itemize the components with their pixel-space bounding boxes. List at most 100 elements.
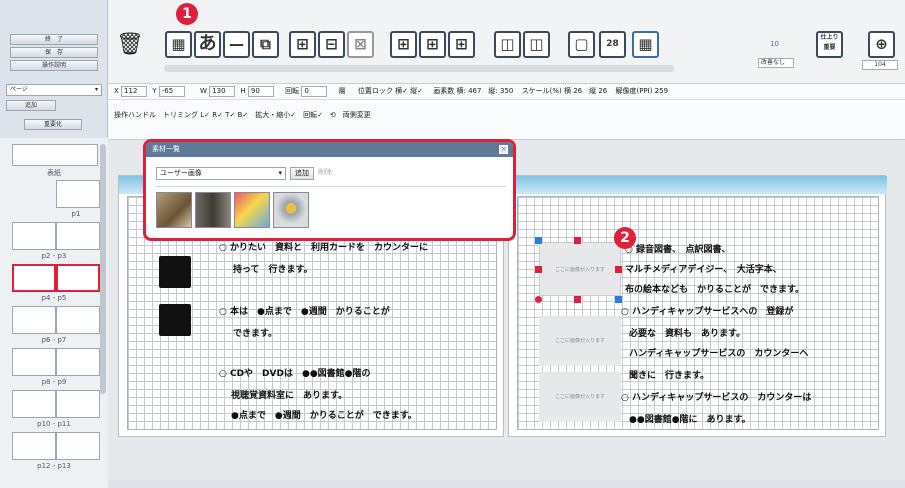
page-right-line-5: 必要な 資料も あります。 — [629, 329, 746, 339]
selected-image-placeholder[interactable]: ここに画像が入ります — [539, 242, 621, 296]
dialog-divider — [156, 186, 506, 187]
delete-material-button[interactable]: 削除 — [318, 167, 336, 180]
canvas-scrollbar[interactable] — [108, 480, 905, 488]
x-label: X — [114, 87, 119, 95]
zoom-icon[interactable]: ⊕ — [868, 31, 895, 58]
material-image-books[interactable] — [234, 192, 270, 228]
frame-icon[interactable]: ▢ — [568, 31, 595, 58]
page-number-icon[interactable]: 28 — [599, 31, 626, 58]
exit-button[interactable]: 終 了 — [10, 34, 98, 45]
page-add-button[interactable]: 追加 — [6, 100, 56, 111]
page-left-line-4: できます。 — [233, 329, 278, 339]
y-field[interactable]: -65 — [158, 85, 185, 97]
page-right-line-7: 聞きに 行きます。 — [629, 371, 710, 381]
resize-handle-br[interactable] — [615, 296, 622, 303]
thumb-p9[interactable] — [56, 348, 100, 376]
h-field[interactable]: 90 — [247, 85, 274, 97]
layout-b-icon[interactable]: ⊟ — [318, 31, 345, 58]
finish-important-button[interactable]: 仕上り 重要 — [816, 31, 843, 58]
thumb-p8-label: p8 - p9 — [41, 378, 67, 386]
y-label: Y — [152, 87, 157, 95]
thumb-p4[interactable] — [12, 264, 56, 292]
close-icon[interactable]: × — [499, 145, 508, 154]
thumb-p5[interactable] — [56, 264, 100, 292]
page-left-line-7: ●点まで ●週間 かりることが できます。 — [231, 411, 417, 421]
thumb-p8[interactable] — [12, 348, 56, 376]
thumb-p12[interactable] — [12, 432, 56, 460]
grid-toggle-icon[interactable]: ▦ — [632, 31, 659, 58]
thumb-p2[interactable] — [12, 222, 56, 250]
rotate-handle[interactable] — [535, 296, 542, 303]
material-category-value: ユーザー画像 — [160, 169, 202, 177]
material-list-dialog: 素材一覧 × ユーザー画像 ▾ 追加 削除 — [143, 139, 516, 241]
page-important-button[interactable]: 重要化 — [24, 119, 82, 130]
page-select[interactable]: ページ ▾ — [6, 84, 102, 96]
w-field[interactable]: 130 — [209, 85, 236, 97]
resize-handle-tm[interactable] — [574, 237, 581, 244]
layout-c-icon[interactable]: ⊠ — [347, 31, 374, 58]
material-image-shelves[interactable] — [195, 192, 231, 228]
page-left-line-6: 視聴覚資料室に あります。 — [231, 391, 348, 401]
handle-options-row: 操作ハンドル トリミング L✓ R✓ T✓ B✓ 拡大・縮小✓ 回転✓ ⟲ 両側… — [108, 100, 905, 140]
pixels-label: 画素数 横: 467 縦: 350 — [433, 87, 514, 95]
annotation-marker-2: 2 — [614, 227, 636, 249]
lock-label[interactable]: 位置ロック 横✓ 縦✓ — [358, 87, 423, 95]
help-button[interactable]: 操作説明 — [10, 60, 98, 71]
thumb-p10-label: p10 - p11 — [37, 420, 71, 428]
page-right-line-1: ○ 録音図書、 点訳図書、 — [625, 245, 731, 255]
page-left-line-5: ○ CDや DVDは ●●図書館●階の — [219, 369, 371, 379]
page-right-line-8: ○ ハンディキャップサービスの カウンターは — [621, 393, 812, 403]
handle-options[interactable]: 操作ハンドル トリミング L✓ R✓ T✓ B✓ 拡大・縮小✓ 回転✓ ⟲ 両側… — [114, 110, 371, 120]
toolbar-scrollbar[interactable] — [164, 65, 674, 72]
material-image-device[interactable] — [273, 192, 309, 228]
layer-label[interactable]: 層 — [339, 87, 346, 95]
shape-tool-icon[interactable]: ⧉ — [252, 31, 279, 58]
page-right-band — [509, 176, 887, 194]
material-category-select[interactable]: ユーザー画像 ▾ — [156, 167, 286, 180]
thumb-p1[interactable] — [56, 180, 100, 208]
hiragana-text-button[interactable]: あ — [194, 31, 221, 58]
thumb-cover[interactable] — [12, 144, 98, 166]
link-b-icon[interactable]: ◫ — [523, 31, 550, 58]
line-tool-icon[interactable]: — — [223, 31, 250, 58]
thumb-p6[interactable] — [12, 306, 56, 334]
ruby-c-icon[interactable]: ⊞ — [448, 31, 475, 58]
hiragana-label: あ — [198, 33, 217, 54]
ruby-b-icon[interactable]: ⊞ — [419, 31, 446, 58]
thumb-p4-label: p4 - p5 — [41, 294, 67, 302]
thumb-p12-label: p12 - p13 — [37, 462, 71, 470]
x-field[interactable]: 112 — [121, 85, 148, 97]
thumb-p13[interactable] — [56, 432, 100, 460]
w-label: W — [200, 87, 207, 95]
image-placeholder-2[interactable]: ここに画像が入ります — [539, 316, 621, 366]
ruby-a-icon[interactable]: ⊞ — [390, 31, 417, 58]
chevron-down-icon: ▾ — [278, 169, 282, 177]
thumb-p3[interactable] — [56, 222, 100, 250]
resize-handle-tl[interactable] — [535, 237, 542, 244]
add-material-button[interactable]: 追加 — [290, 167, 314, 180]
link-a-icon[interactable]: ◫ — [494, 31, 521, 58]
material-image-library[interactable] — [156, 192, 192, 228]
page-right-line-2: マルチメディアデイジー、 大活字本、 — [625, 265, 782, 275]
rotate-field[interactable]: 0 — [301, 85, 328, 97]
thumbs-scrollbar[interactable] — [100, 144, 106, 394]
thumb-p2-label: p2 - p3 — [41, 252, 67, 260]
font-size-sub-select[interactable]: 改善なし — [758, 58, 794, 68]
dialog-title[interactable]: 素材一覧 — [146, 142, 513, 157]
resize-handle-bm[interactable] — [574, 296, 581, 303]
trash-icon[interactable]: 🗑 — [116, 31, 144, 58]
resize-handle-mr[interactable] — [615, 266, 622, 273]
font-size-value[interactable]: 10 — [770, 40, 779, 48]
layout-a-icon[interactable]: ⊞ — [289, 31, 316, 58]
save-button[interactable]: 保 存 — [10, 47, 98, 58]
thumb-p11[interactable] — [56, 390, 100, 418]
thumb-p10[interactable] — [12, 390, 56, 418]
page-right-line-4: ○ ハンディキャップサービスへの 登録が — [621, 307, 794, 317]
resize-handle-ml[interactable] — [535, 266, 542, 273]
page-select-value: ページ — [10, 86, 28, 93]
zoom-value-field[interactable]: 104 — [862, 60, 898, 70]
thumb-p7[interactable] — [56, 306, 100, 334]
insert-image-text-icon[interactable]: ▦ — [165, 31, 192, 58]
toolbar: 🗑 ▦ あ — ⧉ ⊞ ⊟ ⊠ ⊞ ⊞ ⊞ ◫ ◫ ▢ 28 ▦ 10 改善なし… — [108, 0, 905, 84]
image-placeholder-3[interactable]: ここに画像が入ります — [539, 372, 621, 422]
